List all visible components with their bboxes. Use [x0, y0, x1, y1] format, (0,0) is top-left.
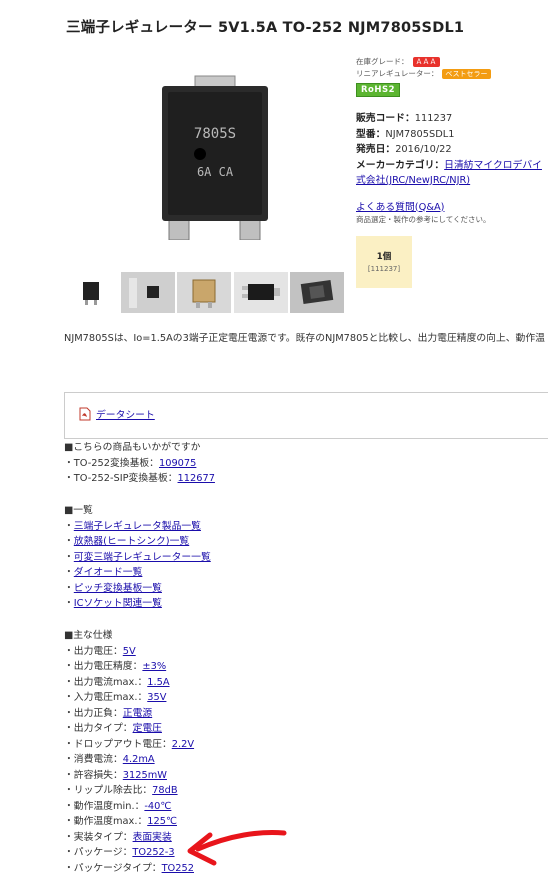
thumbnail-2[interactable]	[121, 272, 175, 313]
related-link-112677[interactable]: 112677	[178, 473, 215, 484]
list-item: ・ダイオード一覧	[64, 567, 143, 578]
quantity-code: [111237]	[367, 265, 401, 273]
spec-row: ・リップル除去比：78dB	[64, 785, 178, 796]
related-item: ・TO-252変換基板：109075	[64, 457, 197, 469]
quantity-label: 1個	[376, 252, 392, 262]
thumbnail-4[interactable]	[234, 272, 288, 313]
spec-row: ・パッケージ：TO252-3	[64, 847, 175, 858]
maker-row: メーカーカテゴリ：日清紡マイクロデバイ	[356, 159, 542, 171]
thumbnail-1[interactable]	[64, 272, 118, 313]
list-link-regulators[interactable]: 三端子レギュレータ製品一覧	[74, 521, 201, 532]
list-item: ・可変三端子レギュレーター一覧	[64, 551, 211, 563]
faq-note: 商品選定・製作の参考にしてください。	[356, 214, 491, 224]
spec-row: ・許容損失：3125mW	[64, 769, 167, 781]
datasheet-link[interactable]: データシート	[96, 407, 155, 421]
spec-row: ・入力電圧max.：35V	[64, 692, 167, 703]
list-item: ・ICソケット関連一覧	[64, 598, 162, 609]
spec-value-link[interactable]: 78dB	[152, 785, 177, 796]
spec-value-link[interactable]: ±3%	[142, 661, 166, 672]
thumbnail-3[interactable]	[177, 272, 231, 313]
chip-top-thumbnail-icon	[192, 279, 216, 308]
list-link-pitch-boards[interactable]: ピッチ変換基板一覧	[74, 583, 162, 594]
spec-value-link[interactable]: 1.5A	[147, 677, 169, 688]
spec-value-link[interactable]: 3125mW	[123, 770, 167, 781]
stock-grade-row: 在庫グレード： ＡＡＡ	[356, 56, 548, 67]
model-row: 型番：NJM7805SDL1	[356, 128, 455, 140]
quantity-option[interactable]: 1個 [111237]	[356, 236, 412, 288]
spec-value-link[interactable]: 表面実装	[133, 832, 172, 843]
maker-link-continued[interactable]: 式会社(JRC/NewJRC/NJR)	[356, 175, 470, 186]
faq-link[interactable]: よくある質問(Q&A)	[356, 202, 444, 213]
specs-heading: ■主な仕様	[64, 630, 113, 641]
page-title: 三端子レギュレーター 5V1.5A TO-252 NJM7805SDL1	[66, 20, 465, 36]
spec-value-link[interactable]: 正電源	[123, 708, 152, 719]
spec-row: ・動作温度max.：125℃	[64, 816, 177, 827]
spec-value-link[interactable]: -40℃	[144, 801, 171, 812]
list-link-diodes[interactable]: ダイオード一覧	[74, 567, 143, 578]
pdf-icon	[79, 407, 91, 421]
list-item: ・ピッチ変換基板一覧	[64, 582, 162, 594]
list-link-ic-sockets[interactable]: ICソケット関連一覧	[74, 598, 162, 609]
thumbnail-5[interactable]	[290, 272, 344, 313]
sale-code-row: 販売コード：111237	[356, 113, 453, 124]
product-info-panel: 在庫グレード： ＡＡＡ リニアレギュレーター： ベストセラー RoHS2 販売コード…	[356, 56, 548, 225]
specs-section: ■主な仕様 ・出力電圧：5V ・出力電圧精度：±3% ・出力電流max.：1.5…	[64, 628, 194, 876]
list-heading: ■一覧	[64, 505, 93, 516]
chip-marking-1: 7805S	[194, 126, 236, 142]
ruler-thumbnail-icon	[121, 272, 175, 313]
spec-value-link[interactable]: 35V	[147, 692, 166, 703]
spec-row: ・パッケージタイプ：TO252	[64, 862, 194, 874]
product-description: NJM7805Sは、Io=1.5Aの3端子正定電圧電源です。既存のNJM7805…	[64, 333, 545, 344]
list-link-variable-regulators[interactable]: 可変三端子レギュレーター一覧	[74, 552, 211, 563]
maker-link[interactable]: 日清紡マイクロデバイ	[444, 160, 542, 171]
spec-row: ・動作温度min.：-40℃	[64, 800, 172, 812]
red-arrow-annotation-icon	[187, 830, 287, 866]
spec-row: ・出力電圧精度：±3%	[64, 661, 167, 672]
stock-grade-label: 在庫グレード：	[356, 57, 409, 66]
spec-value-link[interactable]: 5V	[123, 646, 136, 657]
list-link-heatsinks[interactable]: 放熱器(ヒートシンク)一覧	[74, 536, 189, 547]
stock-grade-badge: ＡＡＡ	[412, 57, 440, 67]
spec-row: ・出力電圧：5V	[64, 645, 136, 657]
related-section: ■こちらの商品もいかがですか ・TO-252変換基板：109075 ・TO-25…	[64, 440, 215, 487]
spec-value-link[interactable]: 2.2V	[172, 739, 194, 750]
list-item: ・放熱器(ヒートシンク)一覧	[64, 536, 190, 547]
chip-marking-2: 6A CA	[197, 165, 234, 179]
list-section: ■一覧 ・三端子レギュレータ製品一覧 ・放熱器(ヒートシンク)一覧 ・可変三端子…	[64, 503, 211, 612]
spec-value-link[interactable]: 4.2mA	[123, 754, 155, 765]
bestseller-badge: ベストセラー	[442, 69, 491, 79]
spec-value-link[interactable]: 定電圧	[133, 723, 162, 734]
related-item: ・TO-252-SIP変換基板：112677	[64, 473, 215, 484]
related-link-109075[interactable]: 109075	[159, 458, 196, 469]
spec-row: ・出力タイプ：定電圧	[64, 723, 162, 734]
category-rank-label: リニアレギュレーター：	[356, 69, 439, 78]
chip-bottom-thumbnail-icon	[300, 280, 334, 304]
category-rank-row: リニアレギュレーター： ベストセラー	[356, 68, 548, 79]
spec-row: ・実装タイプ：表面実装	[64, 831, 172, 843]
spec-row: ・消費電流：4.2mA	[64, 754, 155, 765]
datasheet-box: データシート	[64, 392, 548, 439]
spec-row: ・出力電流max.：1.5A	[64, 676, 170, 688]
spec-value-link[interactable]: 125℃	[147, 816, 177, 827]
spec-row: ・出力正負：正電源	[64, 707, 153, 719]
product-main-image[interactable]: 7805S 6A CA	[140, 70, 290, 240]
spec-row: ・ドロップアウト電圧：2.2V	[64, 738, 195, 750]
chip-side-thumbnail-icon	[242, 284, 280, 300]
rohs-badge: RoHS2	[356, 83, 401, 97]
chip-thumbnail-icon	[83, 282, 99, 305]
release-date-row: 発売日：2016/10/22	[356, 144, 452, 155]
list-item: ・三端子レギュレータ製品一覧	[64, 520, 201, 532]
related-heading: ■こちらの商品もいかがですか	[64, 442, 201, 453]
spec-value-link-package[interactable]: TO252-3	[132, 847, 174, 858]
